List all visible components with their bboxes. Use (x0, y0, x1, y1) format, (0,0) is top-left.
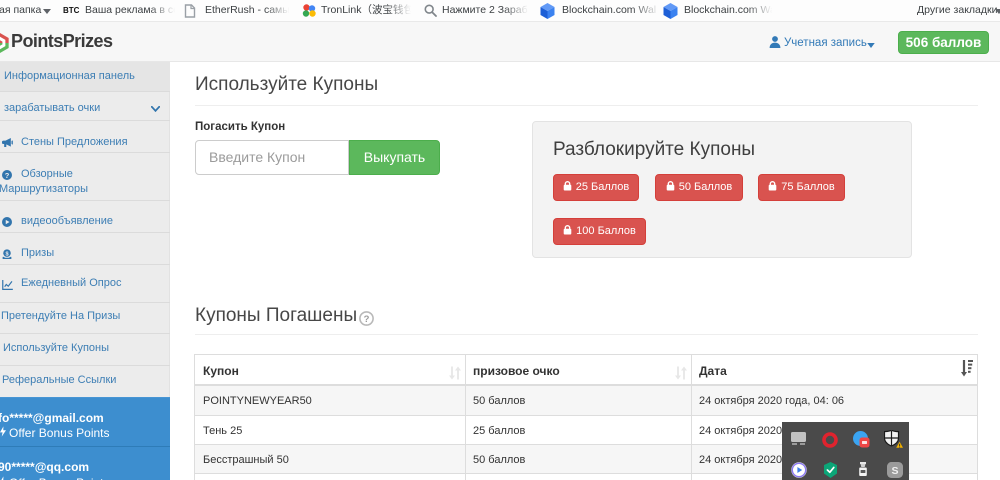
svg-text:?: ? (364, 314, 370, 325)
svg-text:S: S (891, 465, 898, 477)
svg-text:?: ? (5, 171, 10, 180)
